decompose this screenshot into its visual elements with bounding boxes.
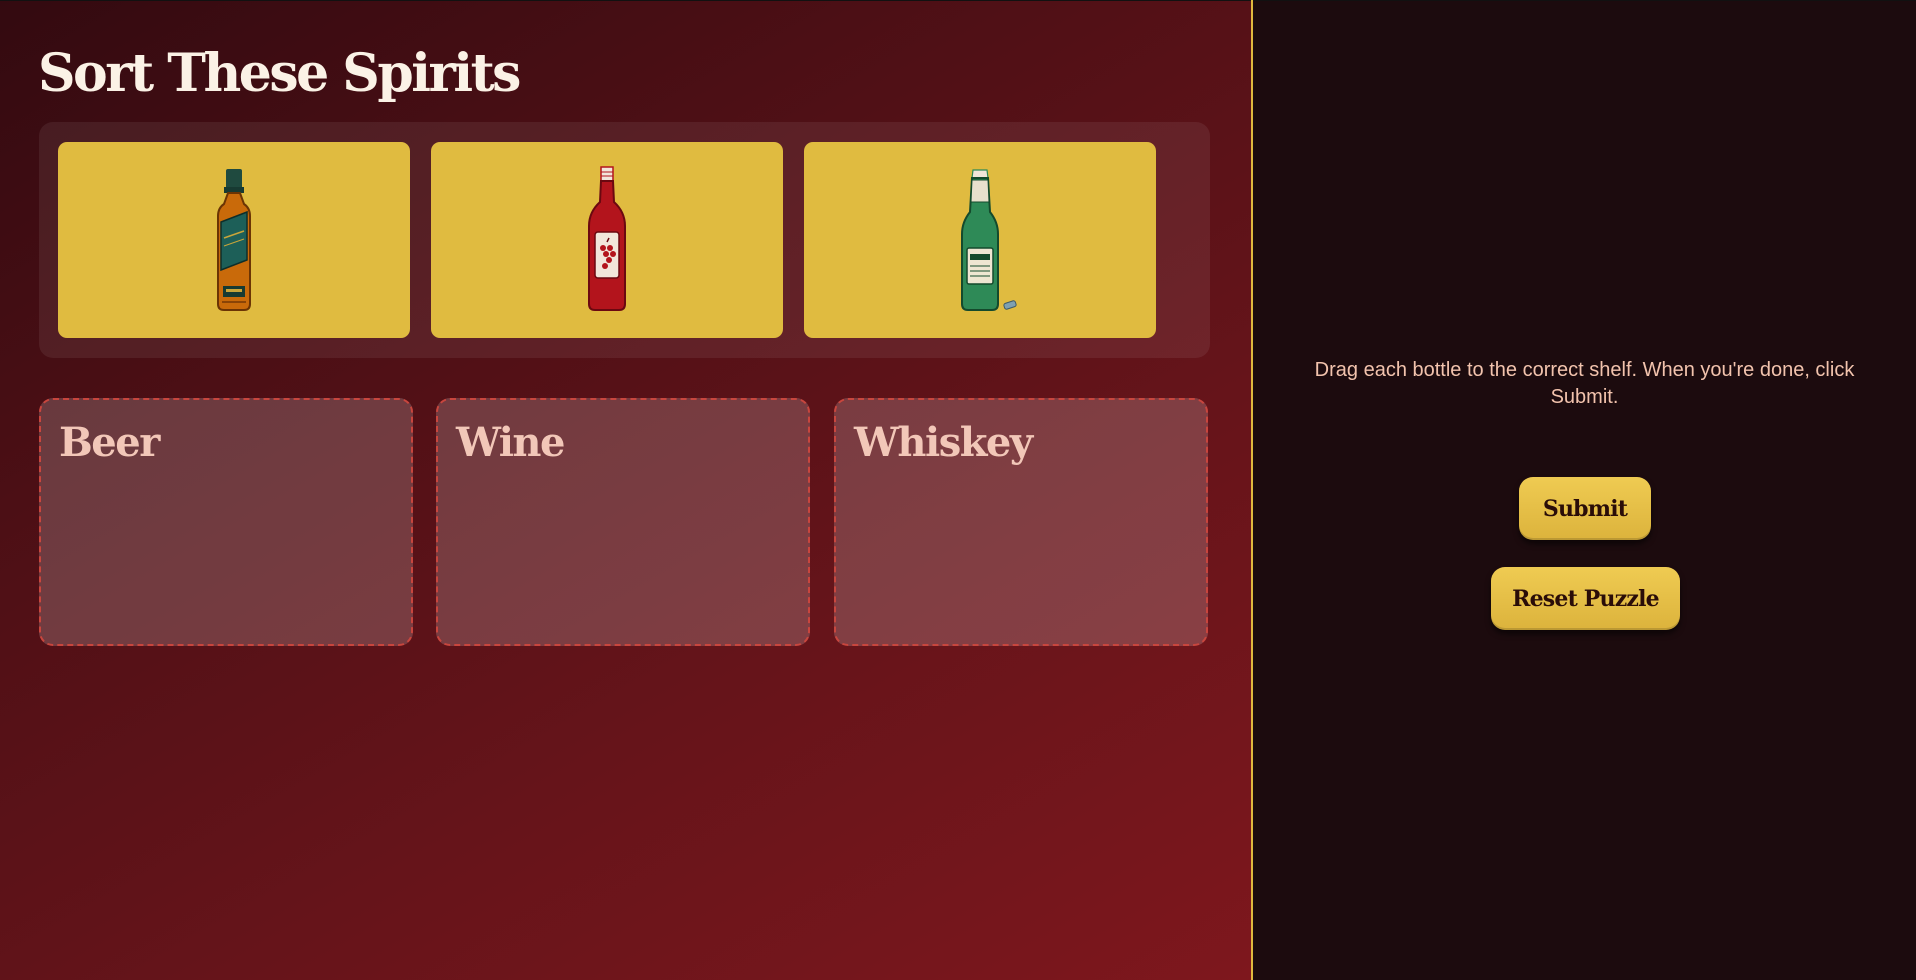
game-board: Sort These Spirits Beer Wine Whiskey <box>0 0 1251 980</box>
shelf-beer[interactable]: Beer <box>39 398 413 646</box>
shelf-wine[interactable]: Wine <box>436 398 810 646</box>
control-panel: Drag each bottle to the correct shelf. W… <box>1253 0 1916 980</box>
shelf-whiskey[interactable]: Whiskey <box>834 398 1208 646</box>
shelf-label-beer: Beer <box>59 419 160 466</box>
instructions-text: Drag each bottle to the correct shelf. W… <box>1314 359 1855 408</box>
whiskey-bottle-icon <box>217 169 251 311</box>
shelf-label-whiskey: Whiskey <box>854 419 1033 466</box>
bottle-card-beer[interactable] <box>804 142 1156 338</box>
reset-puzzle-button[interactable]: Reset Puzzle <box>1491 567 1680 630</box>
beer-bottle-icon <box>961 169 1017 311</box>
page-title: Sort These Spirits <box>38 43 521 104</box>
shelf-label-wine: Wine <box>456 419 565 466</box>
bottle-card-whiskey[interactable] <box>58 142 410 338</box>
submit-button[interactable]: Submit <box>1519 477 1651 540</box>
bottle-tray <box>39 122 1210 358</box>
bottle-card-wine[interactable] <box>431 142 783 338</box>
wine-bottle-icon <box>588 166 626 311</box>
